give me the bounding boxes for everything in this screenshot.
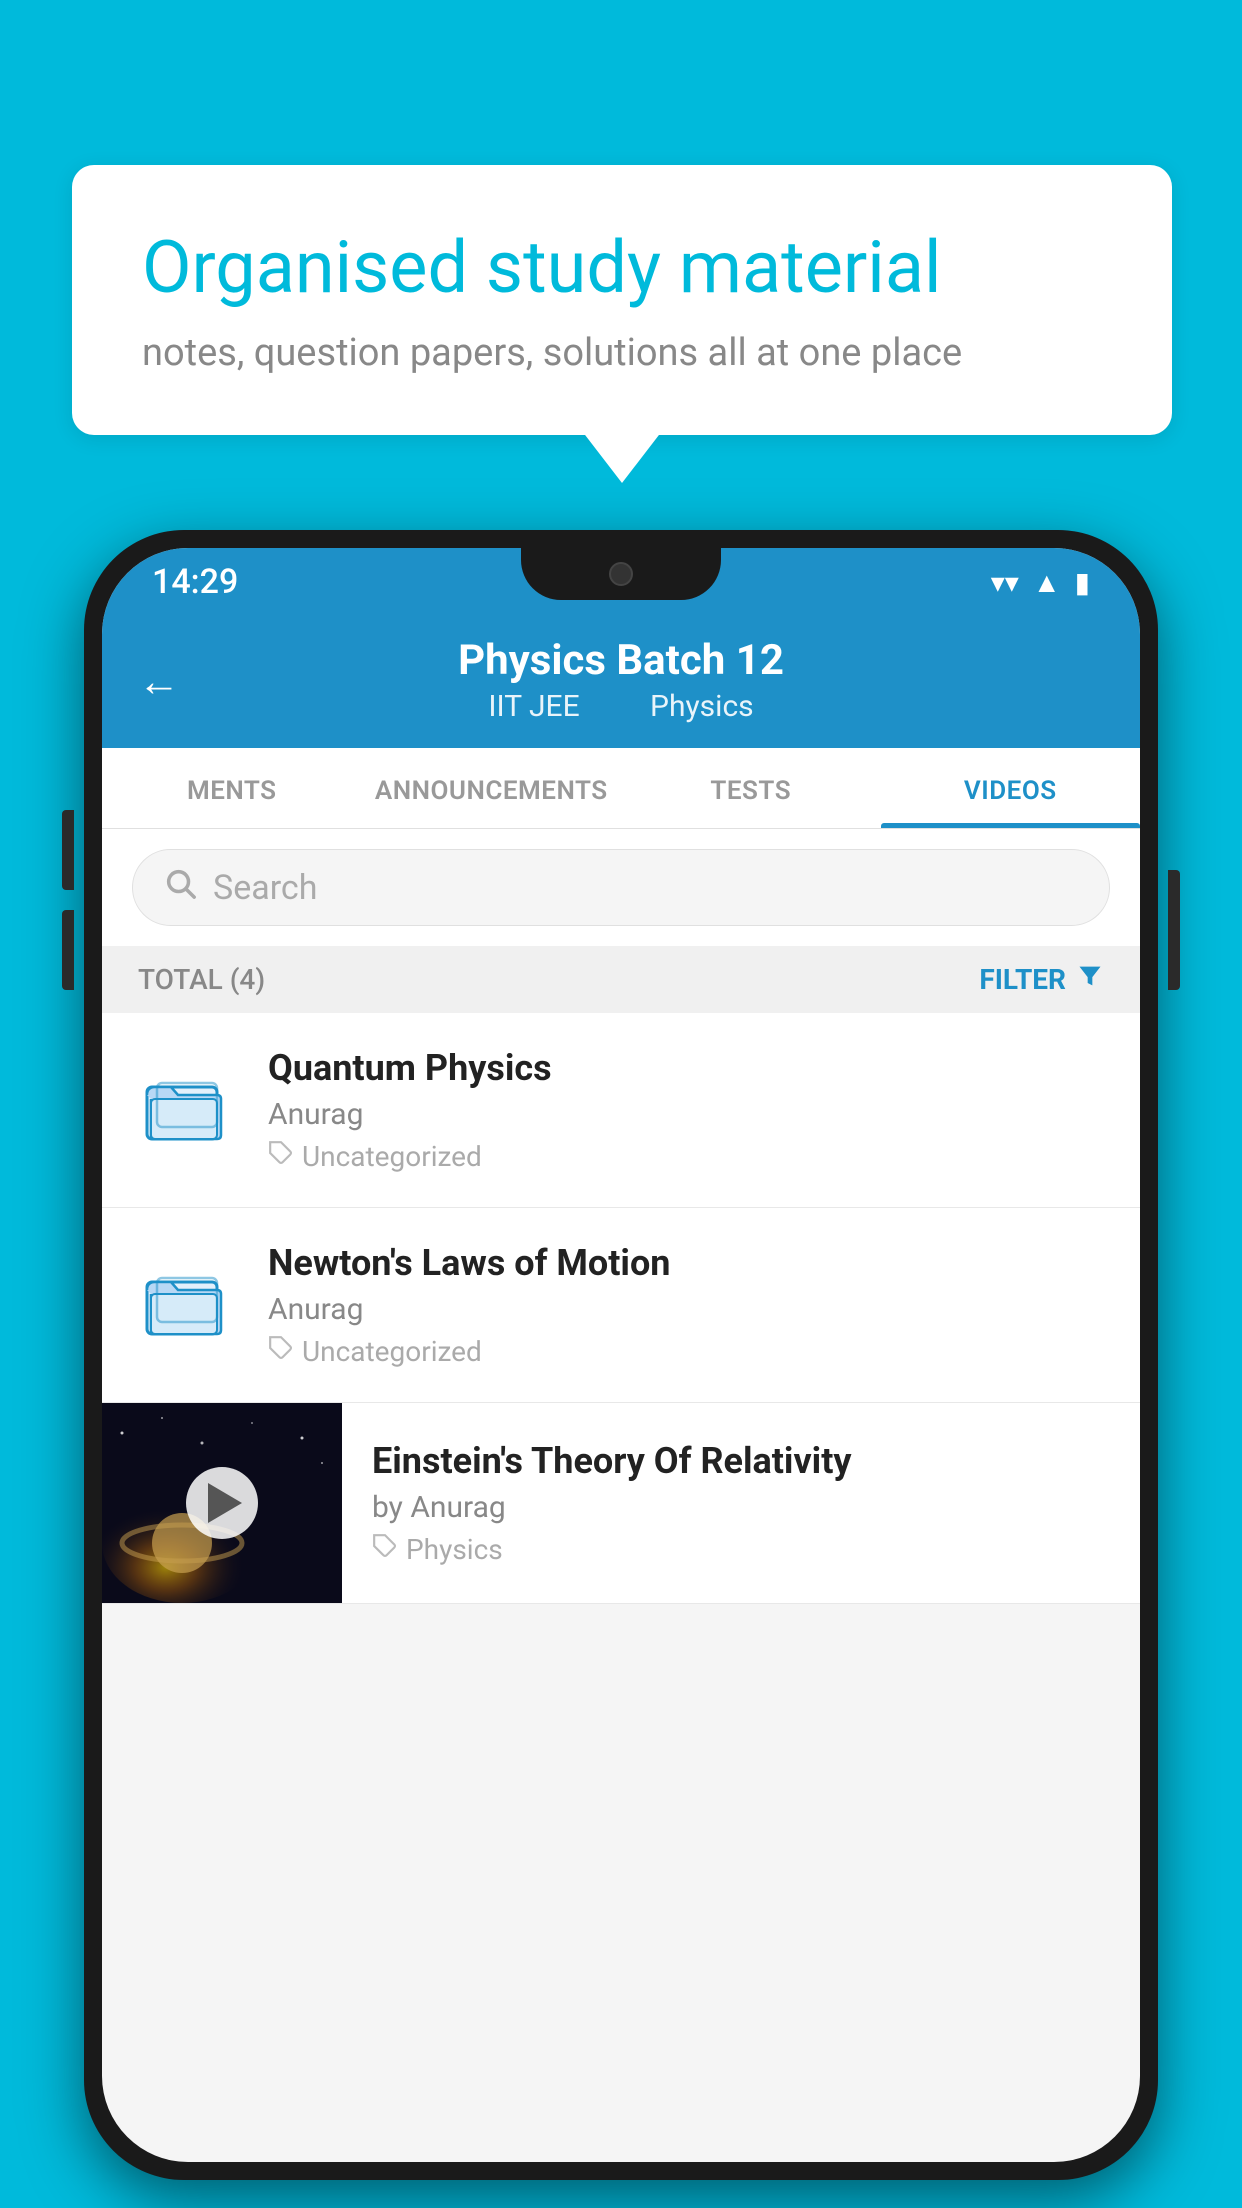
filter-funnel-icon bbox=[1076, 962, 1104, 997]
tab-ments[interactable]: MENTS bbox=[102, 748, 362, 828]
tag-icon bbox=[268, 1140, 294, 1173]
folder-thumbnail bbox=[138, 1250, 238, 1360]
header-subtitle: IIT JEE Physics bbox=[142, 689, 1100, 724]
video-info: Newton's Laws of Motion Anurag Uncategor… bbox=[268, 1242, 1104, 1368]
app-header: ← Physics Batch 12 IIT JEE Physics bbox=[102, 616, 1140, 748]
phone-screen: 14:29 ▾▾ ▲ ▮ ← Physics Batch 12 IIT JEE … bbox=[102, 548, 1140, 2162]
header-subtitle-physics: Physics bbox=[650, 689, 754, 724]
header-subtitle-separator bbox=[611, 689, 626, 724]
power-button bbox=[1168, 870, 1180, 990]
video-list: Quantum Physics Anurag Uncategorized bbox=[102, 1013, 1140, 1604]
video-tag: Uncategorized bbox=[268, 1335, 1104, 1368]
header-subtitle-iitjee: IIT JEE bbox=[488, 689, 579, 724]
search-icon bbox=[163, 866, 197, 909]
signal-icon: ▲ bbox=[1033, 566, 1061, 599]
video-title: Newton's Laws of Motion bbox=[268, 1242, 1104, 1284]
total-count: TOTAL (4) bbox=[138, 963, 265, 996]
volume-up-button bbox=[62, 810, 74, 890]
tab-videos[interactable]: VIDEOS bbox=[881, 748, 1141, 828]
phone-notch bbox=[521, 548, 721, 600]
list-item[interactable]: Newton's Laws of Motion Anurag Uncategor… bbox=[102, 1208, 1140, 1403]
tab-announcements[interactable]: ANNOUNCEMENTS bbox=[362, 748, 622, 828]
tag-icon bbox=[268, 1335, 294, 1368]
video-author: Anurag bbox=[268, 1292, 1104, 1327]
list-item[interactable]: Einstein's Theory Of Relativity by Anura… bbox=[102, 1403, 1140, 1604]
speech-bubble: Organised study material notes, question… bbox=[72, 165, 1172, 435]
tab-tests[interactable]: TESTS bbox=[621, 748, 881, 828]
bubble-title: Organised study material bbox=[142, 225, 1102, 311]
tabs-bar: MENTS ANNOUNCEMENTS TESTS VIDEOS bbox=[102, 748, 1140, 829]
video-author: by Anurag bbox=[372, 1490, 1074, 1525]
front-camera bbox=[609, 562, 633, 586]
header-title: Physics Batch 12 bbox=[142, 636, 1100, 685]
play-triangle-icon bbox=[208, 1483, 242, 1523]
wifi-icon: ▾▾ bbox=[991, 566, 1019, 599]
video-author: Anurag bbox=[268, 1097, 1104, 1132]
video-title: Quantum Physics bbox=[268, 1047, 1104, 1089]
video-tag: Uncategorized bbox=[268, 1140, 1104, 1173]
filter-bar: TOTAL (4) FILTER bbox=[102, 946, 1140, 1013]
video-title: Einstein's Theory Of Relativity bbox=[372, 1440, 1074, 1482]
phone-frame: 14:29 ▾▾ ▲ ▮ ← Physics Batch 12 IIT JEE … bbox=[84, 530, 1158, 2180]
play-button[interactable] bbox=[186, 1467, 258, 1539]
tag-icon bbox=[372, 1533, 398, 1566]
video-info: Quantum Physics Anurag Uncategorized bbox=[268, 1047, 1104, 1173]
tag-label: Uncategorized bbox=[302, 1335, 482, 1368]
filter-label: FILTER bbox=[979, 963, 1066, 996]
volume-down-button bbox=[62, 910, 74, 990]
status-time: 14:29 bbox=[152, 562, 238, 602]
filter-button[interactable]: FILTER bbox=[979, 962, 1104, 997]
tag-label: Uncategorized bbox=[302, 1140, 482, 1173]
search-placeholder: Search bbox=[213, 868, 317, 908]
search-container: Search bbox=[102, 829, 1140, 946]
folder-thumbnail bbox=[138, 1055, 238, 1165]
back-button[interactable]: ← bbox=[138, 658, 180, 707]
battery-icon: ▮ bbox=[1075, 566, 1090, 599]
tag-label: Physics bbox=[406, 1533, 503, 1566]
search-bar[interactable]: Search bbox=[132, 849, 1110, 926]
video-info: Einstein's Theory Of Relativity by Anura… bbox=[342, 1410, 1104, 1596]
status-icons: ▾▾ ▲ ▮ bbox=[991, 566, 1090, 599]
video-thumbnail bbox=[102, 1403, 342, 1603]
video-tag: Physics bbox=[372, 1533, 1074, 1566]
bubble-subtitle: notes, question papers, solutions all at… bbox=[142, 331, 1102, 375]
list-item[interactable]: Quantum Physics Anurag Uncategorized bbox=[102, 1013, 1140, 1208]
